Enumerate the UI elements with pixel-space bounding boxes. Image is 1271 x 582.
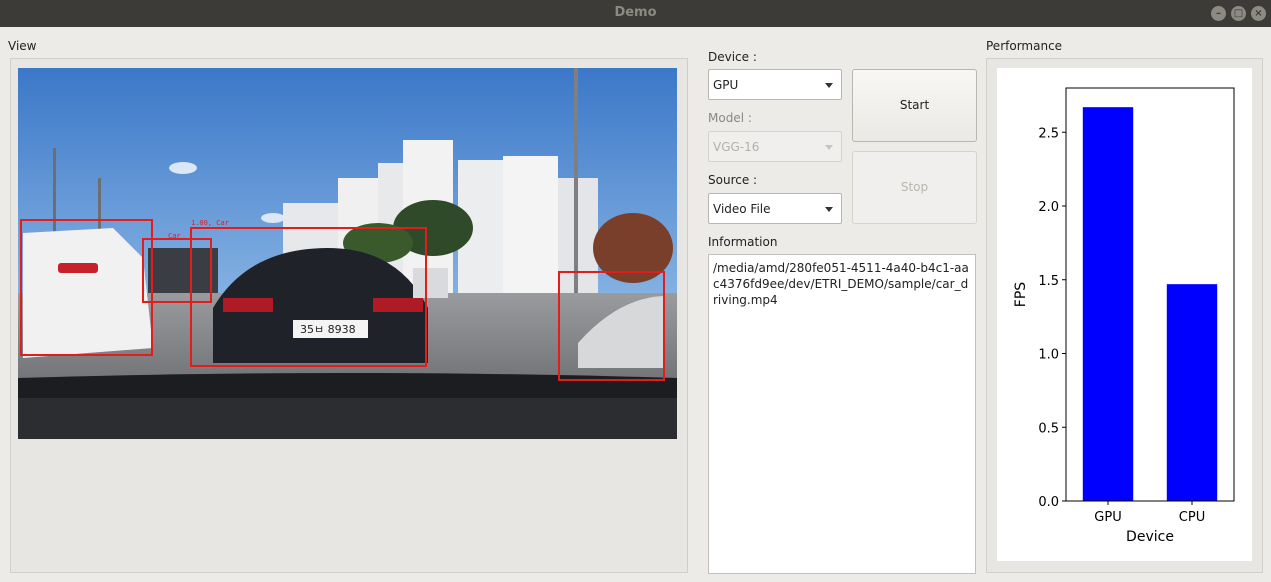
model-select-value: VGG-16 (713, 140, 760, 154)
window-title: Demo (614, 5, 657, 20)
y-tick-label: 0.5 (1038, 421, 1059, 436)
y-axis-label: FPS (1013, 282, 1029, 307)
y-tick-label: 2.0 (1038, 200, 1059, 215)
source-label: Source : (708, 173, 758, 187)
start-button[interactable]: Start (852, 69, 977, 142)
title-bar: Demo – □ × (0, 0, 1271, 27)
stop-button[interactable]: Stop (852, 151, 977, 224)
video-frame: 35ㅂ 8938 Car 1.00, Car (18, 68, 677, 439)
y-tick-label: 1.5 (1038, 274, 1059, 289)
close-icon[interactable]: × (1251, 6, 1266, 21)
device-select-value: GPU (713, 78, 739, 92)
model-label: Model : (708, 111, 752, 125)
y-tick-label: 0.0 (1038, 495, 1059, 510)
device-label: Device : (708, 50, 757, 64)
chevron-down-icon (825, 207, 833, 212)
fps-bar-chart: GPU CPU 0.0 0.5 1.0 1.5 2.0 2.5 Device FPS (1013, 87, 1235, 545)
bar-gpu (1082, 107, 1134, 502)
road-scene-image: 35ㅂ 8938 Car 1.00, Car (18, 68, 677, 439)
x-tick-label: GPU (1094, 510, 1121, 525)
maximize-icon[interactable]: □ (1231, 6, 1246, 21)
minimize-icon[interactable]: – (1211, 6, 1226, 21)
x-tick-label: CPU (1179, 510, 1205, 525)
x-axis-label: Device (1126, 529, 1174, 545)
view-group-label: View (8, 39, 37, 53)
y-tick-label: 2.5 (1038, 126, 1059, 141)
performance-chart-card: GPU CPU 0.0 0.5 1.0 1.5 2.0 2.5 Device FPS (997, 68, 1252, 561)
detection-label-car-small: Car (168, 232, 181, 240)
information-textbox[interactable]: /media/amd/280fe051-4511-4a40-b4c1-aac43… (708, 254, 976, 574)
device-select[interactable]: GPU (708, 69, 842, 100)
bar-cpu (1166, 284, 1218, 501)
source-select[interactable]: Video File (708, 193, 842, 224)
y-tick-label: 1.0 (1038, 348, 1059, 363)
license-plate-text: 35ㅂ 8938 (300, 323, 356, 336)
source-select-value: Video File (713, 202, 771, 216)
detection-label-car-center: 1.00, Car (191, 219, 229, 227)
model-select[interactable]: VGG-16 (708, 131, 842, 162)
chevron-down-icon (825, 83, 833, 88)
information-label: Information (708, 235, 778, 249)
performance-group-label: Performance (986, 39, 1063, 53)
chevron-down-icon (825, 145, 833, 150)
